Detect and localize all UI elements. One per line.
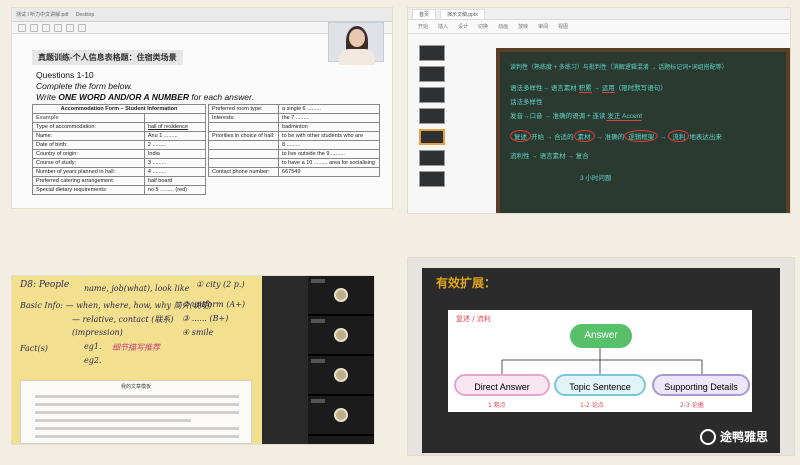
- questions-range: Questions 1-10: [36, 70, 94, 80]
- slide-line-5: 复述 开始 → 合适的 素材 → 准确的 逻辑框架 → 流利 地表达出来: [510, 130, 722, 142]
- slide-line-6: 流利性 → 语言素材 → 复合: [510, 153, 589, 160]
- ribbon-transition[interactable]: 切换: [478, 23, 488, 30]
- slide-thumb[interactable]: [419, 150, 445, 166]
- teacher-webcam: [328, 22, 384, 65]
- note-line: name, job(what), look like: [84, 284, 190, 293]
- slide-thumb[interactable]: [419, 87, 445, 103]
- participant-tile[interactable]: [308, 276, 374, 316]
- pdf-title-bar: 测试 I 听力中文讲解.pdf Desktop: [12, 8, 392, 22]
- teacher-body: [339, 49, 375, 65]
- note-line: eg1.: [84, 342, 102, 351]
- slide-line-2: 语法多样性→ 语言素材 积累 → 运用（限时默写语句）: [510, 85, 667, 93]
- slide-thumb[interactable]: [419, 108, 445, 124]
- slide-line-1: 读判性（熟练度 + 多练习）与批判性（消解逻辑混淆 → 话题标记词+词组搭配等）: [510, 65, 728, 71]
- home-tab[interactable]: 首页: [412, 8, 437, 19]
- note-line: eg2.: [84, 356, 102, 365]
- chalkboard-slide: 读判性（熟练度 + 多练习）与批判性（消解逻辑混淆 → 话题标记词+词组搭配等）…: [496, 48, 790, 213]
- note-highlight: 细节描写推荐: [112, 343, 160, 352]
- presentation-app-panel: 首页 演示文稿.pptx 开始 插入 设计 切换 动画 放映 审阅 视图 读判性…: [408, 8, 790, 213]
- note-line: ① city (2 p.): [196, 280, 245, 289]
- sample-essay-paper: 我的文章模板: [20, 380, 252, 444]
- avatar: [334, 288, 348, 302]
- slide-line-4: 发音→口音 → 准确的语调 + 连读 发正 Accent: [510, 113, 643, 121]
- instruction-2: Write ONE WORD AND/OR A NUMBER for each …: [36, 92, 254, 102]
- paper-title: 我的文章模板: [120, 384, 151, 390]
- notes-and-video-panel: D8: People name, job(what), look like Ba…: [12, 276, 374, 444]
- participant-tile[interactable]: [308, 356, 374, 396]
- participant-tile[interactable]: [308, 396, 374, 436]
- mind-map-card: 复述 / 流利 Answer Direct Answer Topic Sente…: [448, 310, 752, 412]
- ribbon-menu: 开始 插入 设计 切换 动画 放映 审阅 视图: [408, 20, 790, 34]
- node-topic-sentence: Topic Sentence: [554, 374, 646, 396]
- pdf-viewer-panel: 测试 I 听力中文讲解.pdf Desktop 真题训练-个人信息表格题：住宿类…: [12, 8, 392, 208]
- node-supporting-details: Supporting Details: [652, 374, 750, 396]
- node-note: 1-2 论点: [580, 402, 604, 409]
- note-line: — relative, contact (联系): [72, 315, 174, 324]
- avatar: [334, 368, 348, 382]
- mind-map-panel: 有效扩展： 复述 / 流利 Answer Direct Answer Topic…: [408, 258, 794, 455]
- brand-name: 途鸭雅思: [719, 430, 768, 444]
- ribbon-view[interactable]: 视图: [558, 23, 568, 30]
- note-line: (impression): [72, 328, 123, 337]
- note-line: ③ ...... (B+): [182, 314, 229, 323]
- save-icon[interactable]: [30, 24, 38, 32]
- accommodation-form-left: Accommodation Form – Student Information…: [32, 104, 207, 195]
- avatar: [334, 328, 348, 342]
- section-banner: 真题训练-个人信息表格题：住宿类场景: [32, 50, 183, 65]
- ribbon-design[interactable]: 设计: [458, 23, 468, 30]
- node-direct-answer: Direct Answer: [454, 374, 550, 396]
- node-note: 2-3 论据: [680, 402, 704, 409]
- slide-thumb[interactable]: [419, 171, 445, 187]
- node-answer: Answer: [570, 324, 632, 348]
- node-note: 1 观点: [488, 402, 506, 409]
- slide-thumb-selected[interactable]: [419, 129, 445, 145]
- participant-tile[interactable]: [308, 316, 374, 356]
- accommodation-form-right: Preferred room type: a single 6 .........…: [207, 104, 380, 177]
- ribbon-animation[interactable]: 动画: [498, 23, 508, 30]
- teacher-face: [349, 29, 365, 47]
- ribbon-insert[interactable]: 插入: [438, 23, 448, 30]
- zoom-icon[interactable]: [54, 24, 62, 32]
- mind-map-slide: 有效扩展： 复述 / 流利 Answer Direct Answer Topic…: [422, 268, 780, 453]
- select-tool-icon[interactable]: [78, 24, 86, 32]
- print-icon[interactable]: [42, 24, 50, 32]
- slide-thumbnails: [414, 40, 448, 212]
- instruction-1: Complete the form below.: [36, 81, 133, 91]
- hand-tool-icon[interactable]: [66, 24, 74, 32]
- note-line: D8: People: [20, 280, 70, 290]
- app-tab-bar: 首页 演示文稿.pptx: [408, 8, 790, 20]
- pdf-tab[interactable]: 测试 I 听力中文讲解.pdf: [16, 11, 69, 18]
- ribbon-start[interactable]: 开始: [418, 23, 428, 30]
- open-icon[interactable]: [18, 24, 26, 32]
- slide-title: 有效扩展：: [436, 276, 497, 290]
- video-sidebar-bg: [262, 276, 308, 444]
- slide-thumb[interactable]: [419, 45, 445, 61]
- note-line: ④ smile: [182, 328, 214, 337]
- handwritten-notes: D8: People name, job(what), look like Ba…: [12, 276, 262, 444]
- note-line: ② uniform (A+): [182, 300, 246, 309]
- participant-video-list: [308, 276, 374, 444]
- ribbon-review[interactable]: 审阅: [538, 23, 548, 30]
- slide-thumb[interactable]: [419, 66, 445, 82]
- slide-line-7: 3 小时问题: [580, 175, 612, 182]
- brand-logo: 途鸭雅思: [699, 428, 768, 445]
- note-line: Fact(s): [20, 344, 48, 353]
- ribbon-slideshow[interactable]: 放映: [518, 23, 528, 30]
- desktop-tab[interactable]: Desktop: [76, 12, 94, 18]
- wechat-icon: [699, 428, 716, 445]
- avatar: [334, 408, 348, 422]
- pptx-tab[interactable]: 演示文稿.pptx: [440, 8, 485, 19]
- slide-line-3: 话法多样性: [510, 99, 543, 106]
